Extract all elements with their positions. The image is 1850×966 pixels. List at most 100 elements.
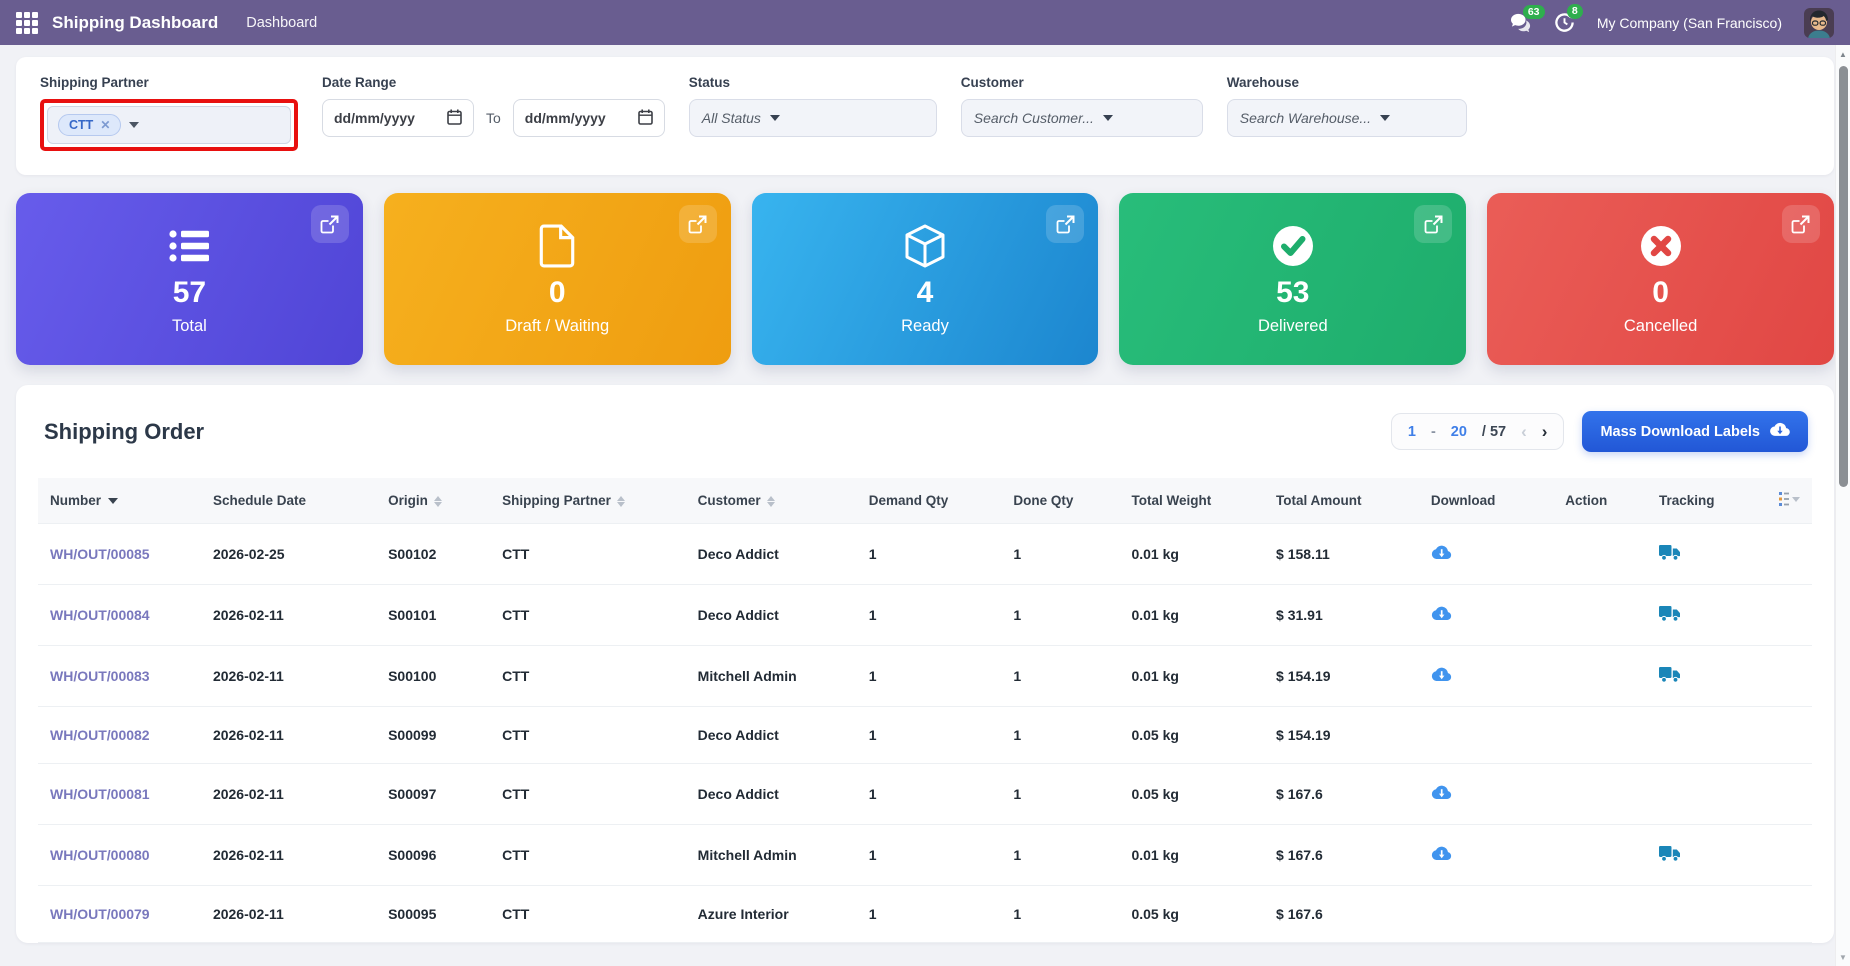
schedule-date-cell: 2026-02-11 [201,707,376,764]
scroll-up-icon[interactable]: ▲ [1836,50,1850,59]
order-number-link[interactable]: WH/OUT/00084 [38,585,201,646]
messages-button[interactable]: 63 [1510,13,1532,33]
activities-count-badge: 8 [1567,4,1583,19]
date-to-input[interactable]: dd/mm/yyyy [513,99,665,137]
open-external-button[interactable] [1782,205,1820,243]
schedule-date-cell: 2026-02-11 [201,825,376,886]
table-row[interactable]: WH/OUT/00084 2026-02-11 S00101 CTT Deco … [38,585,1812,646]
card-delivered[interactable]: 53 Delivered [1119,193,1466,365]
calendar-icon[interactable] [447,109,462,128]
open-external-button[interactable] [311,205,349,243]
col-header-demand-qty[interactable]: Demand Qty [857,478,1002,524]
download-label-icon[interactable] [1431,605,1452,622]
table-row[interactable]: WH/OUT/00080 2026-02-11 S00096 CTT Mitch… [38,825,1812,886]
table-row[interactable]: WH/OUT/00083 2026-02-11 S00100 CTT Mitch… [38,646,1812,707]
date-from-input[interactable]: dd/mm/yyyy [322,99,474,137]
warehouse-select[interactable]: Search Warehouse... [1227,99,1467,137]
done-qty-cell: 1 [1001,707,1119,764]
tracking-truck-icon[interactable] [1659,845,1681,862]
col-header-number[interactable]: Number [38,478,201,524]
open-external-button[interactable] [1414,205,1452,243]
card-delivered-label: Delivered [1258,317,1328,336]
shipping-partner-select[interactable]: CTT ✕ [47,106,291,144]
customer-select[interactable]: Search Customer... [961,99,1203,137]
col-header-schedule-date[interactable]: Schedule Date [201,478,376,524]
tracking-truck-icon[interactable] [1659,605,1681,622]
order-number-link[interactable]: WH/OUT/00085 [38,524,201,585]
card-draft-waiting[interactable]: 0 Draft / Waiting [384,193,731,365]
prev-page-icon[interactable]: ‹ [1521,423,1527,440]
card-draft-value: 0 [549,278,566,308]
user-avatar[interactable] [1804,8,1834,38]
col-header-origin[interactable]: Origin [376,478,490,524]
tracking-truck-icon[interactable] [1659,666,1681,683]
card-ready[interactable]: 4 Ready [752,193,1099,365]
table-row[interactable]: WH/OUT/00079 2026-02-11 S00095 CTT Azure… [38,886,1812,943]
demand-qty-cell: 1 [857,585,1002,646]
tracking-truck-icon[interactable] [1659,544,1681,561]
menu-item-dashboard[interactable]: Dashboard [246,15,317,31]
table-row[interactable]: WH/OUT/00085 2026-02-25 S00102 CTT Deco … [38,524,1812,585]
page-start[interactable]: 1 [1408,424,1416,440]
page-end[interactable]: 20 [1451,424,1467,440]
customer-cell: Mitchell Admin [686,646,857,707]
next-page-icon[interactable]: › [1542,423,1548,440]
apps-grid-icon[interactable] [16,12,38,34]
chevron-down-icon [770,115,780,121]
status-select[interactable]: All Status [689,99,937,137]
order-number-link[interactable]: WH/OUT/00083 [38,646,201,707]
customer-label: Customer [961,75,1203,90]
card-total[interactable]: 57 Total [16,193,363,365]
download-label-icon[interactable] [1431,845,1452,862]
warehouse-placeholder: Search Warehouse... [1240,110,1371,126]
col-header-download[interactable]: Download [1419,478,1553,524]
list-icon [167,223,211,269]
total-amount-cell: $ 158.11 [1264,524,1419,585]
card-cancelled[interactable]: 0 Cancelled [1487,193,1834,365]
col-header-options[interactable] [1767,478,1812,524]
page-scrollbar[interactable]: ▲ ▼ [1835,45,1850,966]
download-label-icon[interactable] [1431,666,1452,683]
app-title[interactable]: Shipping Dashboard [52,13,218,33]
mass-download-labels-button[interactable]: Mass Download Labels [1582,411,1808,452]
calendar-icon[interactable] [638,109,653,128]
activities-button[interactable]: 8 [1554,12,1575,33]
col-header-done-qty[interactable]: Done Qty [1001,478,1119,524]
card-delivered-value: 53 [1276,278,1309,308]
table-row[interactable]: WH/OUT/00082 2026-02-11 S00099 CTT Deco … [38,707,1812,764]
col-header-shipping-partner[interactable]: Shipping Partner [490,478,686,524]
done-qty-cell: 1 [1001,524,1119,585]
remove-tag-icon[interactable]: ✕ [100,118,110,132]
total-weight-cell: 0.01 kg [1119,825,1264,886]
download-label-icon[interactable] [1431,784,1452,801]
stat-cards-row: 57 Total 0 Draft / Waiting 4 Ready 53 De… [16,193,1834,365]
company-switcher[interactable]: My Company (San Francisco) [1597,15,1782,31]
chevron-down-icon [1380,115,1390,121]
download-label-icon[interactable] [1431,544,1452,561]
col-header-tracking[interactable]: Tracking [1647,478,1767,524]
card-total-value: 57 [173,278,206,308]
col-header-action[interactable]: Action [1553,478,1647,524]
scrollbar-thumb[interactable] [1839,66,1848,487]
card-cancelled-label: Cancelled [1624,317,1697,336]
col-header-total-amount[interactable]: Total Amount [1264,478,1419,524]
tracking-cell [1647,886,1767,943]
page-total: / 57 [1482,424,1506,440]
shipping-partner-cell: CTT [490,707,686,764]
open-external-button[interactable] [1046,205,1084,243]
customer-cell: Deco Addict [686,585,857,646]
row-options-cell [1767,825,1812,886]
total-weight-cell: 0.01 kg [1119,585,1264,646]
scroll-down-icon[interactable]: ▼ [1836,953,1850,962]
open-external-button[interactable] [679,205,717,243]
table-row[interactable]: WH/OUT/00081 2026-02-11 S00097 CTT Deco … [38,764,1812,825]
column-options-icon[interactable] [1779,492,1800,506]
order-number-link[interactable]: WH/OUT/00080 [38,825,201,886]
col-header-customer[interactable]: Customer [686,478,857,524]
action-cell [1553,886,1647,943]
order-number-link[interactable]: WH/OUT/00081 [38,764,201,825]
order-number-link[interactable]: WH/OUT/00079 [38,886,201,943]
col-header-total-weight[interactable]: Total Weight [1119,478,1264,524]
tracking-cell [1647,646,1767,707]
order-number-link[interactable]: WH/OUT/00082 [38,707,201,764]
